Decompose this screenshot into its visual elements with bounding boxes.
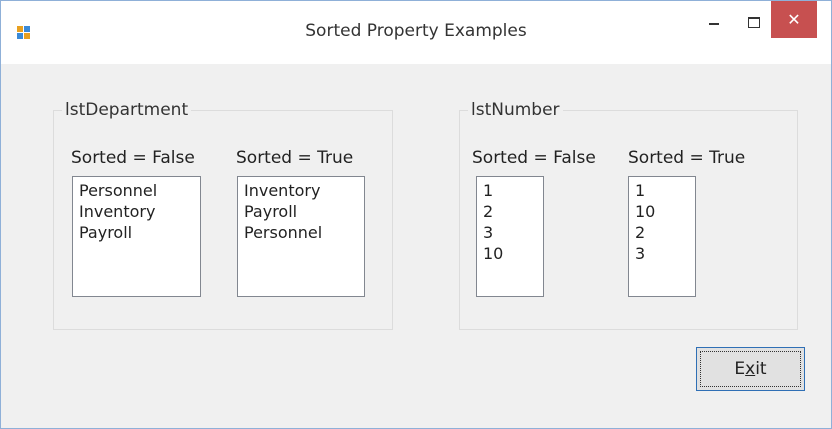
- list-item[interactable]: 2: [635, 222, 695, 243]
- minimize-button[interactable]: [691, 1, 737, 43]
- minimize-icon: [709, 23, 719, 25]
- close-button[interactable]: ✕: [771, 1, 817, 38]
- list-item[interactable]: 1: [483, 180, 543, 201]
- list-item[interactable]: 10: [483, 243, 543, 264]
- list-item[interactable]: 1: [635, 180, 695, 201]
- list-item[interactable]: 3: [483, 222, 543, 243]
- list-item[interactable]: 3: [635, 243, 695, 264]
- title-bar[interactable]: Sorted Property Examples ✕: [1, 1, 831, 64]
- list-item[interactable]: Personnel: [79, 180, 200, 201]
- focus-rectangle: [700, 351, 801, 387]
- list-item[interactable]: 10: [635, 201, 695, 222]
- exit-button[interactable]: Exit: [696, 347, 805, 391]
- department-unsorted-label: Sorted = False: [71, 148, 195, 168]
- main-window: Sorted Property Examples ✕ lstDepartment…: [0, 0, 832, 429]
- list-item[interactable]: Payroll: [244, 201, 364, 222]
- app-icon[interactable]: [17, 26, 31, 40]
- list-item[interactable]: Payroll: [79, 222, 200, 243]
- list-item[interactable]: 2: [483, 201, 543, 222]
- list-item[interactable]: Inventory: [244, 180, 364, 201]
- department-sorted-label: Sorted = True: [236, 148, 354, 168]
- number-unsorted-listbox[interactable]: 1 2 3 10: [476, 176, 544, 297]
- number-sorted-listbox[interactable]: 1 10 2 3: [628, 176, 696, 297]
- list-item[interactable]: Inventory: [79, 201, 200, 222]
- number-sorted-label: Sorted = True: [628, 148, 746, 168]
- number-group-title: lstNumber: [468, 100, 563, 120]
- maximize-icon: [748, 16, 760, 28]
- number-unsorted-label: Sorted = False: [472, 148, 596, 168]
- form-client-area: lstDepartment Sorted = False Sorted = Tr…: [9, 64, 823, 419]
- maximize-button[interactable]: [737, 1, 771, 43]
- department-sorted-listbox[interactable]: Inventory Payroll Personnel: [237, 176, 365, 297]
- department-group-title: lstDepartment: [62, 100, 192, 120]
- close-icon: ✕: [787, 10, 801, 29]
- department-unsorted-listbox[interactable]: Personnel Inventory Payroll: [72, 176, 201, 297]
- window-title: Sorted Property Examples: [305, 21, 527, 41]
- list-item[interactable]: Personnel: [244, 222, 364, 243]
